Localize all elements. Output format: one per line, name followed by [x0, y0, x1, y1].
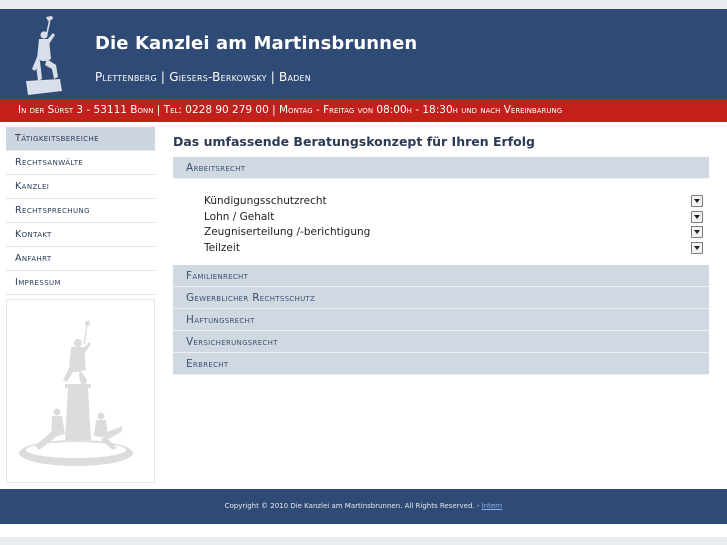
section-gewerblicher-rechtsschutz[interactable]: Gewerblicher Rechtsschutz [173, 287, 709, 309]
nav-item-kontakt[interactable]: Kontakt [6, 223, 155, 247]
list-item-label: Teilzeit [204, 241, 240, 254]
statue-icon [26, 16, 62, 95]
intern-link[interactable]: Intern [482, 502, 503, 510]
section-erbrecht[interactable]: Erbrecht [173, 353, 709, 375]
sidebar-image [6, 299, 155, 483]
dropdown-arrow-icon[interactable] [691, 226, 703, 238]
nav-item-impressum[interactable]: Impressum [6, 271, 155, 295]
dropdown-arrow-icon[interactable] [691, 195, 703, 207]
nav-item-rechtsprechung[interactable]: Rechtsprechung [6, 199, 155, 223]
list-item: Kündigungsschutzrecht [173, 194, 709, 210]
page-title: Das umfassende Beratungskonzept für Ihre… [173, 134, 535, 149]
page: Die Kanzlei am Martinsbrunnen Plettenber… [0, 9, 727, 537]
list-item-label: Lohn / Gehalt [204, 210, 275, 223]
site-subtitle: Plettenberg | Giesers-Berkowsky | Baden [95, 70, 311, 84]
nav-item-kanzlei[interactable]: Kanzlei [6, 175, 155, 199]
list-item-label: Kündigungsschutzrecht [204, 195, 327, 207]
list-item-label: Zeugniserteilung /-berichtigung [204, 226, 371, 238]
site-header: Die Kanzlei am Martinsbrunnen Plettenber… [0, 9, 727, 99]
dropdown-arrow-icon[interactable] [691, 241, 703, 254]
list-item: Zeugniserteilung /-berichtigung [173, 225, 709, 241]
section-arbeitsrecht[interactable]: Arbeitsrecht [173, 157, 709, 179]
list-item: Teilzeit [173, 241, 709, 257]
section-versicherungsrecht[interactable]: Versicherungsrecht [173, 331, 709, 353]
dropdown-arrow-icon[interactable] [691, 210, 703, 223]
section-haftungsrecht[interactable]: Haftungsrecht [173, 309, 709, 331]
nav-item-taetigkeitsbereiche[interactable]: Tätigkeitsbereiche [6, 127, 155, 151]
sidebar-nav: Tätigkeitsbereiche Rechtsanwälte Kanzlei… [6, 127, 155, 295]
nav-item-rechtsanwaelte[interactable]: Rechtsanwälte [6, 151, 155, 175]
section-arbeitsrecht-body: Kündigungsschutzrecht Lohn / Gehalt Zeug… [173, 179, 709, 265]
fountain-statue-icon [19, 320, 133, 466]
copyright-text: Copyright © 2010 Die Kanzlei am Martinsb… [224, 502, 482, 510]
site-footer: Copyright © 2010 Die Kanzlei am Martinsb… [0, 489, 727, 524]
section-familienrecht[interactable]: Familienrecht [173, 265, 709, 287]
main-content: Das umfassende Beratungskonzept für Ihre… [173, 127, 709, 375]
list-item: Lohn / Gehalt [173, 210, 709, 226]
site-title: Die Kanzlei am Martinsbrunnen [95, 33, 418, 54]
nav-item-anfahrt[interactable]: Anfahrt [6, 247, 155, 271]
contact-bar: In der Sürst 3 - 53111 Bonn | Tel: 0228 … [0, 99, 727, 122]
